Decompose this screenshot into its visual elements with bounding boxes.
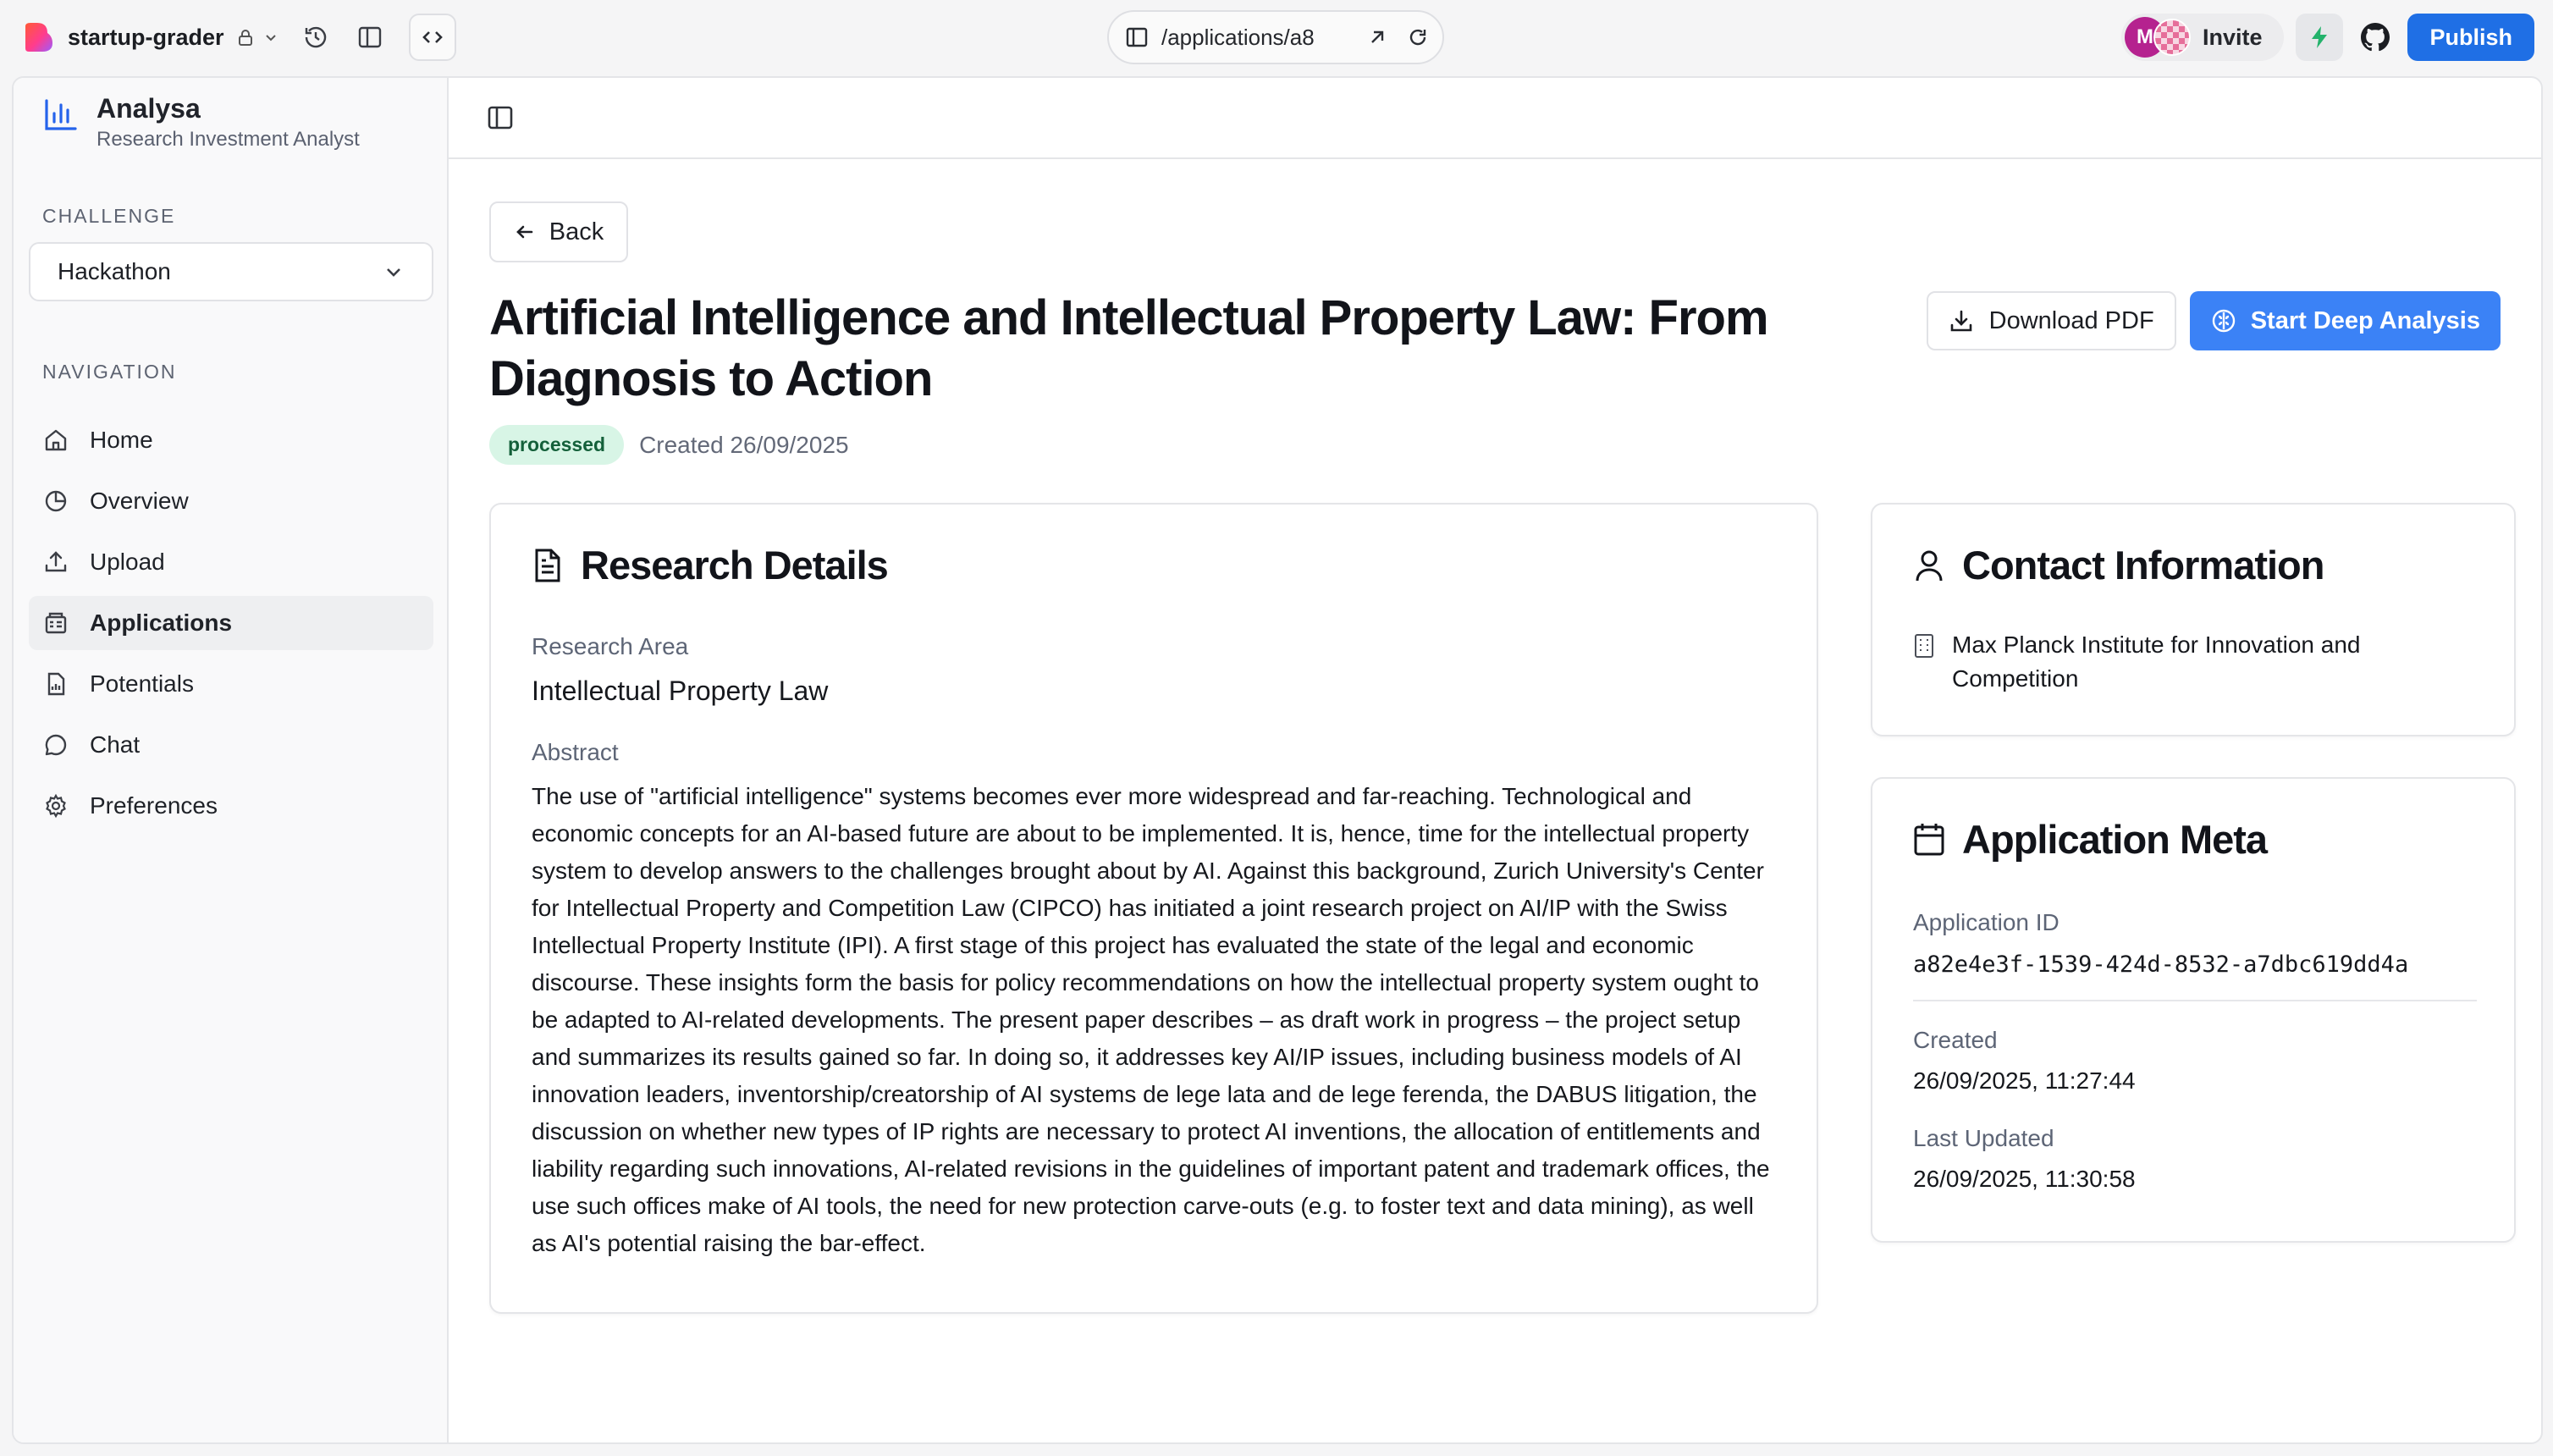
url-path: /applications/a8 xyxy=(1161,24,1315,50)
bolt-icon xyxy=(2312,26,2328,48)
start-deep-analysis-label: Start Deep Analysis xyxy=(2250,306,2480,334)
page-actions: Download PDF Start Deep Analysis xyxy=(1926,291,2501,350)
chevron-down-icon xyxy=(260,26,282,48)
code-view-button[interactable] xyxy=(408,14,456,61)
user-icon xyxy=(1916,550,1943,581)
sidebar: Analysa Research Investment Analyst CHAL… xyxy=(14,78,449,1442)
invite-button[interactable]: M Invite xyxy=(2120,14,2285,61)
created-value: 26/09/2025, 11:27:44 xyxy=(1913,1067,2136,1094)
application-id-value: a82e4e3f-1539-424d-8532-a7dbc619dd4a xyxy=(1913,951,2409,978)
app-frame: Analysa Research Investment Analyst CHAL… xyxy=(12,76,2543,1444)
sidebar-item-upload[interactable]: Upload xyxy=(29,535,433,589)
collaborator-avatar xyxy=(2153,19,2191,56)
status-badge: processed xyxy=(489,425,625,465)
sidebar-item-label: Upload xyxy=(90,549,165,575)
lock-icon xyxy=(234,26,256,48)
page-title: Artificial Intelligence and Intellectual… xyxy=(489,290,1769,406)
created-label: Created xyxy=(1913,1027,1998,1053)
application-meta-card: Application Meta Application ID a82e4e3f… xyxy=(1871,777,2516,1243)
status-row: processed Created 26/09/2025 xyxy=(489,425,849,465)
research-details-title: Research Details xyxy=(581,543,889,587)
project-name: startup-grader xyxy=(68,24,224,50)
document-icon xyxy=(535,549,560,582)
sidebar-item-home[interactable]: Home xyxy=(29,413,433,467)
invite-label: Invite xyxy=(2202,24,2263,50)
navigation-label: NAVIGATION xyxy=(42,361,177,383)
contact-information-title: Contact Information xyxy=(1962,543,2324,587)
building-icon xyxy=(1915,634,1933,658)
application-meta-title: Application Meta xyxy=(1962,817,2268,862)
refresh-icon[interactable] xyxy=(1407,26,1429,48)
last-updated-value: 26/09/2025, 11:30:58 xyxy=(1913,1166,2136,1192)
download-pdf-button[interactable]: Download PDF xyxy=(1926,291,2176,350)
last-updated-label: Last Updated xyxy=(1913,1125,2054,1151)
sidebar-item-label: Potentials xyxy=(90,670,194,697)
sidebar-item-overview[interactable]: Overview xyxy=(29,474,433,528)
research-details-heading: Research Details xyxy=(532,542,889,588)
chat-icon xyxy=(42,731,69,758)
sidebar-item-potentials[interactable]: Potentials xyxy=(29,657,433,711)
brand-name: Analysa xyxy=(96,93,201,124)
divider xyxy=(1913,1000,2477,1001)
app-logo-icon xyxy=(22,21,54,53)
home-icon xyxy=(42,427,69,454)
github-button[interactable] xyxy=(2352,14,2399,61)
sidebar-panel-icon[interactable] xyxy=(351,19,389,56)
sidebar-item-label: Home xyxy=(90,427,153,453)
pie-chart-icon xyxy=(42,488,69,515)
contact-information-heading: Contact Information xyxy=(1913,542,2324,588)
sidebar-item-label: Overview xyxy=(90,488,189,514)
brand-subtitle: Research Investment Analyst xyxy=(96,128,360,151)
gear-icon xyxy=(42,792,69,819)
history-icon[interactable] xyxy=(297,19,334,56)
arrow-left-icon xyxy=(516,225,533,239)
applications-icon xyxy=(42,609,69,637)
potentials-icon xyxy=(42,670,69,698)
sidebar-item-label: Chat xyxy=(90,731,141,758)
challenge-value: Hackathon xyxy=(58,258,171,284)
top-bar: startup-grader /applications/a8 M Invite… xyxy=(0,0,2553,76)
challenge-label: CHALLENGE xyxy=(42,205,176,227)
sidebar-item-chat[interactable]: Chat xyxy=(29,718,433,772)
application-id-label: Application ID xyxy=(1913,909,2059,935)
download-pdf-label: Download PDF xyxy=(1988,306,2154,334)
publish-button[interactable]: Publish xyxy=(2407,14,2534,61)
toggle-sidebar-icon[interactable] xyxy=(486,103,516,134)
start-deep-analysis-button[interactable]: Start Deep Analysis xyxy=(2189,291,2501,350)
sidebar-nav: Home Overview Upload Applications Potent… xyxy=(29,413,433,840)
bar-chart-icon xyxy=(42,97,80,134)
application-meta-heading: Application Meta xyxy=(1913,816,2268,863)
chevron-down-icon xyxy=(383,261,405,283)
sidebar-item-label: Applications xyxy=(90,609,233,636)
open-external-icon[interactable] xyxy=(1366,26,1388,48)
challenge-select[interactable]: Hackathon xyxy=(29,242,433,301)
research-area-label: Research Area xyxy=(532,633,689,659)
sidebar-item-label: Preferences xyxy=(90,792,218,819)
created-date: Created 26/09/2025 xyxy=(639,431,849,458)
sidebar-item-preferences[interactable]: Preferences xyxy=(29,779,433,833)
institution-name: Max Planck Institute for Innovation and … xyxy=(1952,631,2361,692)
main-header xyxy=(449,78,2541,159)
research-details-card: Research Details Research Area Intellect… xyxy=(489,503,1818,1314)
contact-information-card: Contact Information Max Planck Institute… xyxy=(1871,503,2516,736)
download-icon xyxy=(1950,310,1971,332)
sidebar-item-applications[interactable]: Applications xyxy=(29,596,433,650)
upload-icon xyxy=(42,549,69,576)
github-icon xyxy=(2361,23,2390,52)
research-area-value: Intellectual Property Law xyxy=(532,676,829,706)
project-switcher[interactable]: startup-grader xyxy=(22,14,456,61)
bolt-button[interactable] xyxy=(2296,14,2344,61)
preview-device-icon[interactable] xyxy=(1124,25,1150,50)
url-bar[interactable]: /applications/a8 xyxy=(1107,10,1444,64)
brand[interactable]: Analysa Research Investment Analyst xyxy=(42,93,360,152)
abstract-text: The use of "artificial intelligence" sys… xyxy=(532,783,1770,1256)
main-content: Back Artificial Intelligence and Intelle… xyxy=(449,78,2541,1442)
abstract-label: Abstract xyxy=(532,739,619,765)
back-label: Back xyxy=(549,218,604,245)
back-button[interactable]: Back xyxy=(489,201,628,262)
brain-icon xyxy=(2212,309,2235,333)
calendar-icon xyxy=(1914,823,1944,855)
